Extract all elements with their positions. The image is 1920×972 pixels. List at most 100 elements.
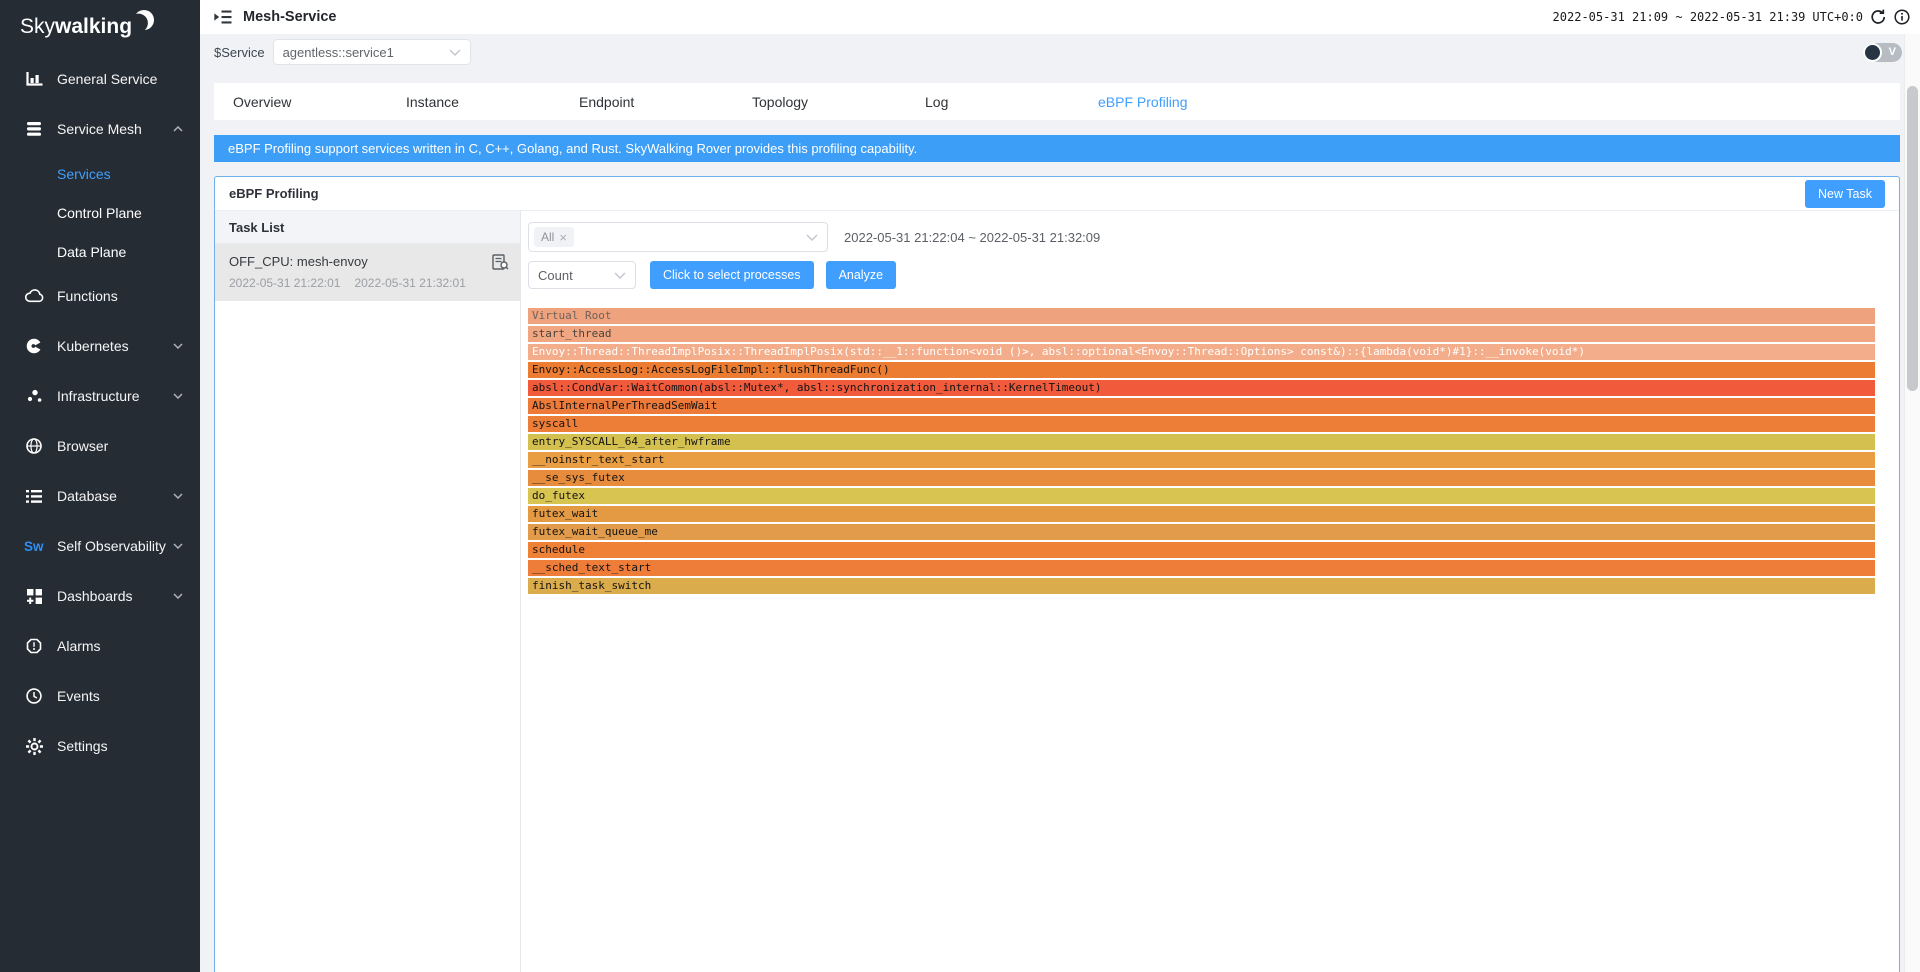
sidebar-item-browser[interactable]: Browser — [0, 421, 200, 471]
sidebar-item-self-observability[interactable]: Sw Self Observability — [0, 521, 200, 571]
sidebar-item-label: Browser — [57, 438, 108, 454]
tab-ebpf-profiling[interactable]: eBPF Profiling — [1098, 94, 1271, 110]
aggregate-type-select[interactable]: Count — [528, 261, 636, 289]
tab-instance[interactable]: Instance — [406, 94, 579, 110]
flame-frame[interactable]: __se_sys_futex — [528, 470, 1875, 486]
process-filter-tag: All × — [534, 227, 574, 247]
topbar-right: 2022-05-31 21:09 ~ 2022-05-31 21:39 UTC+… — [1553, 9, 1910, 25]
skywalking-app: Skywalking General Service Service Mesh … — [0, 0, 1920, 972]
chevron-down-icon — [449, 49, 461, 56]
service-select-value: agentless::service1 — [283, 45, 394, 60]
flame-frame[interactable]: absl::CondVar::WaitCommon(absl::Mutex*, … — [528, 380, 1875, 396]
sidebar-item-alarms[interactable]: Alarms — [0, 621, 200, 671]
task-detail-icon[interactable] — [492, 254, 509, 270]
service-bar: $Service agentless::service1 V — [200, 34, 1920, 70]
global-time-range[interactable]: 2022-05-31 21:09 ~ 2022-05-31 21:39 — [1553, 10, 1806, 24]
service-select[interactable]: agentless::service1 — [273, 39, 471, 65]
task-list-header: Task List — [215, 211, 520, 244]
flame-frame[interactable]: do_futex — [528, 488, 1875, 504]
tag-label: All — [541, 230, 554, 244]
page-header: Mesh-Service 2022-05-31 21:09 ~ 2022-05-… — [200, 0, 1920, 34]
analyze-button[interactable]: Analyze — [826, 261, 896, 289]
crescent-logo-icon — [133, 9, 155, 31]
panel-body: Task List OFF_CPU: mesh-envoy 2022-05-31… — [215, 211, 1899, 972]
flame-frame[interactable]: Virtual Root — [528, 308, 1875, 324]
flame-frame[interactable]: futex_wait_queue_me — [528, 524, 1875, 540]
panel-title: eBPF Profiling — [229, 186, 319, 201]
flame-frame[interactable]: schedule — [528, 542, 1875, 558]
scrollbar-thumb[interactable] — [1907, 86, 1918, 391]
task-start-time: 2022-05-31 21:22:01 — [229, 276, 340, 290]
task-times: 2022-05-31 21:22:01 2022-05-31 21:32:01 — [229, 276, 508, 290]
flame-frame[interactable]: finish_task_switch — [528, 578, 1875, 594]
chevron-down-icon — [173, 493, 183, 499]
flame-frame[interactable]: futex_wait — [528, 506, 1875, 522]
sidebar-item-kubernetes[interactable]: Kubernetes — [0, 321, 200, 371]
collapse-menu-icon[interactable] — [214, 10, 232, 24]
dashboard-grid-icon — [24, 589, 44, 604]
skywalking-logo[interactable]: Skywalking — [0, 0, 200, 54]
flame-graph: Virtual Rootstart_threadEnvoy::Thread::T… — [528, 308, 1884, 594]
sidebar-item-infrastructure[interactable]: Infrastructure — [0, 371, 200, 421]
dots-cluster-icon — [24, 389, 44, 403]
analysis-column: All × 2022-05-31 21:22:04 ~ 2022-05-31 2… — [521, 211, 1899, 972]
chevron-down-icon — [614, 272, 626, 279]
chevron-down-icon — [806, 234, 818, 241]
chevron-up-icon — [173, 126, 183, 132]
tab-endpoint[interactable]: Endpoint — [579, 94, 752, 110]
sidebar-item-label: Self Observability — [57, 538, 166, 554]
sidebar-item-label: Functions — [57, 288, 118, 304]
sidebar-item-events[interactable]: Events — [0, 671, 200, 721]
flame-frame[interactable]: Envoy::AccessLog::AccessLogFileImpl::flu… — [528, 362, 1875, 378]
refresh-icon[interactable] — [1870, 9, 1887, 25]
filter-row: All × 2022-05-31 21:22:04 ~ 2022-05-31 2… — [528, 222, 1884, 252]
analysis-time-range: 2022-05-31 21:22:04 ~ 2022-05-31 21:32:0… — [844, 230, 1100, 245]
sidebar-item-service-mesh[interactable]: Service Mesh — [0, 104, 200, 154]
tab-log[interactable]: Log — [925, 94, 1098, 110]
cloud-icon — [24, 289, 44, 303]
logo-text-walking: walking — [55, 15, 132, 39]
sidebar-item-settings[interactable]: Settings — [0, 721, 200, 771]
process-filter-select[interactable]: All × — [528, 222, 828, 252]
scrollbar[interactable] — [1904, 34, 1920, 972]
flame-frame[interactable]: __sched_text_start — [528, 560, 1875, 576]
task-list-item[interactable]: OFF_CPU: mesh-envoy 2022-05-31 21:22:01 … — [215, 244, 520, 301]
flame-frame[interactable]: Envoy::Thread::ThreadImplPosix::ThreadIm… — [528, 344, 1875, 360]
sidebar-item-label: Service Mesh — [57, 121, 142, 137]
panel-header: eBPF Profiling New Task — [215, 177, 1899, 211]
tag-close-icon[interactable]: × — [559, 231, 567, 244]
chevron-down-icon — [173, 543, 183, 549]
sidebar-item-general-service[interactable]: General Service — [0, 54, 200, 104]
kubernetes-icon — [24, 338, 44, 354]
sidebar-item-label: Infrastructure — [57, 388, 139, 404]
task-name: OFF_CPU: mesh-envoy — [229, 254, 508, 269]
sidebar-item-label: Events — [57, 688, 100, 704]
sidebar-item-dashboards[interactable]: Dashboards — [0, 571, 200, 621]
flame-frame[interactable]: AbslInternalPerThreadSemWait — [528, 398, 1875, 414]
sidebar-item-label: Alarms — [57, 638, 101, 654]
select-processes-button[interactable]: Click to select processes — [650, 261, 814, 289]
sidebar-item-services[interactable]: Services — [0, 154, 200, 193]
new-task-button[interactable]: New Task — [1805, 180, 1885, 208]
tab-topology[interactable]: Topology — [752, 94, 925, 110]
service-variable-label: $Service — [214, 45, 265, 60]
sidebar-item-database[interactable]: Database — [0, 471, 200, 521]
flame-frame[interactable]: __noinstr_text_start — [528, 452, 1875, 468]
content: Overview Instance Endpoint Topology Log … — [200, 70, 1920, 972]
sidebar-item-data-plane[interactable]: Data Plane — [0, 232, 200, 271]
flame-frame[interactable]: entry_SYSCALL_64_after_hwframe — [528, 434, 1875, 450]
main-area: Mesh-Service 2022-05-31 21:09 ~ 2022-05-… — [200, 0, 1920, 972]
sidebar-item-label: General Service — [57, 71, 157, 87]
tab-overview[interactable]: Overview — [233, 94, 406, 110]
layers-icon — [24, 122, 44, 136]
sidebar-item-control-plane[interactable]: Control Plane — [0, 193, 200, 232]
ebpf-profiling-panel: eBPF Profiling New Task Task List OFF_CP… — [214, 176, 1900, 972]
info-icon[interactable] — [1894, 9, 1910, 25]
sidebar-item-functions[interactable]: Functions — [0, 271, 200, 321]
flame-frame[interactable]: syscall — [528, 416, 1875, 432]
version-toggle[interactable]: V — [1863, 43, 1902, 62]
flame-frame[interactable]: start_thread — [528, 326, 1875, 342]
sidebar-item-label: Settings — [57, 738, 108, 754]
sidebar-item-label: Database — [57, 488, 117, 504]
list-icon — [24, 490, 44, 503]
